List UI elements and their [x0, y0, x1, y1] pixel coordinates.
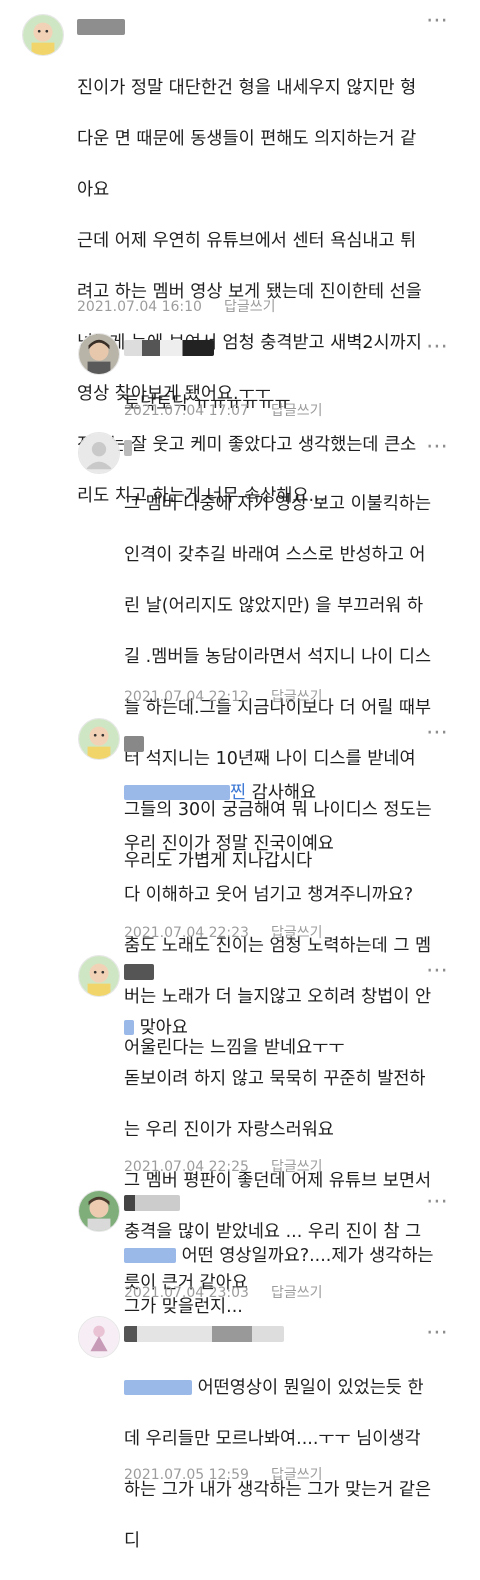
- reply-button[interactable]: 답글쓰기: [271, 1285, 323, 1301]
- comment-line: 돋보이려 하지 않고 묵묵히 꾸준히 발전하: [124, 1068, 426, 1089]
- more-dots-icon[interactable]: ⋯: [426, 336, 449, 358]
- comment-line: 찐 감사해요: [124, 781, 469, 807]
- comment-date: 2021.07.04 23:03: [124, 1285, 249, 1301]
- comment-meta: 2021.07.04 22:25 답글쓰기: [124, 1156, 323, 1176]
- more-dots-icon[interactable]: ⋯: [426, 10, 449, 32]
- reply-button[interactable]: 답글쓰기: [271, 925, 323, 941]
- username-redacted: [124, 340, 214, 356]
- default-avatar-icon[interactable]: [78, 432, 120, 474]
- comment-line: 어떤영상이 뭔일이 있었는듯 한: [124, 1376, 469, 1402]
- comment-line: 아요: [77, 179, 110, 200]
- reply-button[interactable]: 답글쓰기: [271, 403, 323, 419]
- comment-thread: ⋯ 진이가 정말 대단한건 형을 내세우지 않지만 형 다운 면 때문에 동생들…: [0, 0, 480, 1551]
- comment-line: 린 날(어리지도 않았지만) 을 부끄러워 하: [124, 595, 424, 616]
- reply-button[interactable]: 답글쓰기: [271, 689, 323, 705]
- comment-line: 디: [124, 1530, 141, 1551]
- comment-line: 근데 어제 우연히 유튜브에서 센터 욕심내고 튀: [77, 230, 417, 251]
- comment-meta: 2021.07.04 16:10 답글쓰기: [77, 296, 276, 316]
- comment-meta: 2021.07.04 22:12 답글쓰기: [124, 686, 323, 706]
- avatar[interactable]: [78, 718, 120, 760]
- more-dots-icon[interactable]: ⋯: [426, 1191, 449, 1213]
- comment-line: 우리 진이가 정말 진국이예요: [124, 833, 334, 854]
- comment-date: 2021.07.04 22:23: [124, 925, 249, 941]
- username-redacted: [124, 440, 132, 456]
- username-redacted: [124, 736, 144, 752]
- comment-meta: 2021.07.05 12:59 답글쓰기: [124, 1464, 323, 1484]
- comment-date: 2021.07.04 16:10: [77, 299, 202, 315]
- comment-date: 2021.07.04 22:12: [124, 689, 249, 705]
- reply-button[interactable]: 답글쓰기: [224, 299, 276, 315]
- more-dots-icon[interactable]: ⋯: [426, 436, 449, 458]
- comment-line: 맞아요: [124, 1016, 469, 1042]
- comment-date: 2021.07.05 12:59: [124, 1467, 249, 1483]
- comment-date: 2021.07.04 17:07: [124, 403, 249, 419]
- mention-redacted: [124, 784, 230, 800]
- username-redacted: [77, 19, 125, 35]
- avatar[interactable]: [78, 333, 120, 375]
- mention-redacted: [124, 1247, 176, 1263]
- comment-line: 인격이 갖추길 바래여 스스로 반성하고 어: [124, 544, 426, 565]
- comment-meta: 2021.07.04 17:07 답글쓰기: [124, 400, 323, 420]
- mention[interactable]: [124, 1378, 192, 1398]
- mention[interactable]: [124, 1018, 134, 1038]
- username-redacted: [124, 1195, 180, 1211]
- comment-line: 다 이해하고 웃어 넘기고 챙겨주니까요?: [124, 884, 414, 905]
- reply-button[interactable]: 답글쓰기: [271, 1159, 323, 1175]
- comment-meta: 2021.07.04 23:03 답글쓰기: [124, 1282, 323, 1302]
- avatar[interactable]: [78, 955, 120, 997]
- comment-line: 그 멤버 나중에 자기 영상 보고 이불킥하는: [124, 493, 432, 514]
- comment-text: 진이가 정말 대단한건 형을 내세우지 않지만 형 다운 면 때문에 동생들이 …: [77, 50, 469, 535]
- avatar[interactable]: [78, 1190, 120, 1232]
- username-redacted: [124, 964, 154, 980]
- mention-redacted: [124, 1379, 192, 1395]
- comment-line: 진이가 정말 대단한건 형을 내세우지 않지만 형: [77, 77, 417, 98]
- avatar[interactable]: [22, 14, 64, 56]
- username-redacted: [124, 1326, 284, 1342]
- comment-line: 다운 면 때문에 동생들이 편해도 의지하는거 같: [77, 128, 417, 149]
- comment-line: 어떤 영상일까요?....제가 생각하는: [124, 1244, 469, 1270]
- mention[interactable]: [124, 1246, 176, 1266]
- comment-meta: 2021.07.04 22:23 답글쓰기: [124, 922, 323, 942]
- avatar[interactable]: [78, 1316, 120, 1358]
- more-dots-icon[interactable]: ⋯: [426, 960, 449, 982]
- more-dots-icon[interactable]: ⋯: [426, 1322, 449, 1344]
- reply-button[interactable]: 답글쓰기: [271, 1467, 323, 1483]
- comment-line: 데 우리들만 모르나봐여....ㅜㅜ 님이생각: [124, 1428, 421, 1449]
- mention-redacted: [124, 1019, 134, 1035]
- mention[interactable]: 찐: [124, 783, 246, 803]
- more-dots-icon[interactable]: ⋯: [426, 722, 449, 744]
- comment-date: 2021.07.04 22:25: [124, 1159, 249, 1175]
- comment-line: 는 우리 진이가 자랑스러워요: [124, 1119, 334, 1140]
- comment-line: 길 .멤버들 농담이라면서 석지니 나이 디스: [124, 646, 432, 667]
